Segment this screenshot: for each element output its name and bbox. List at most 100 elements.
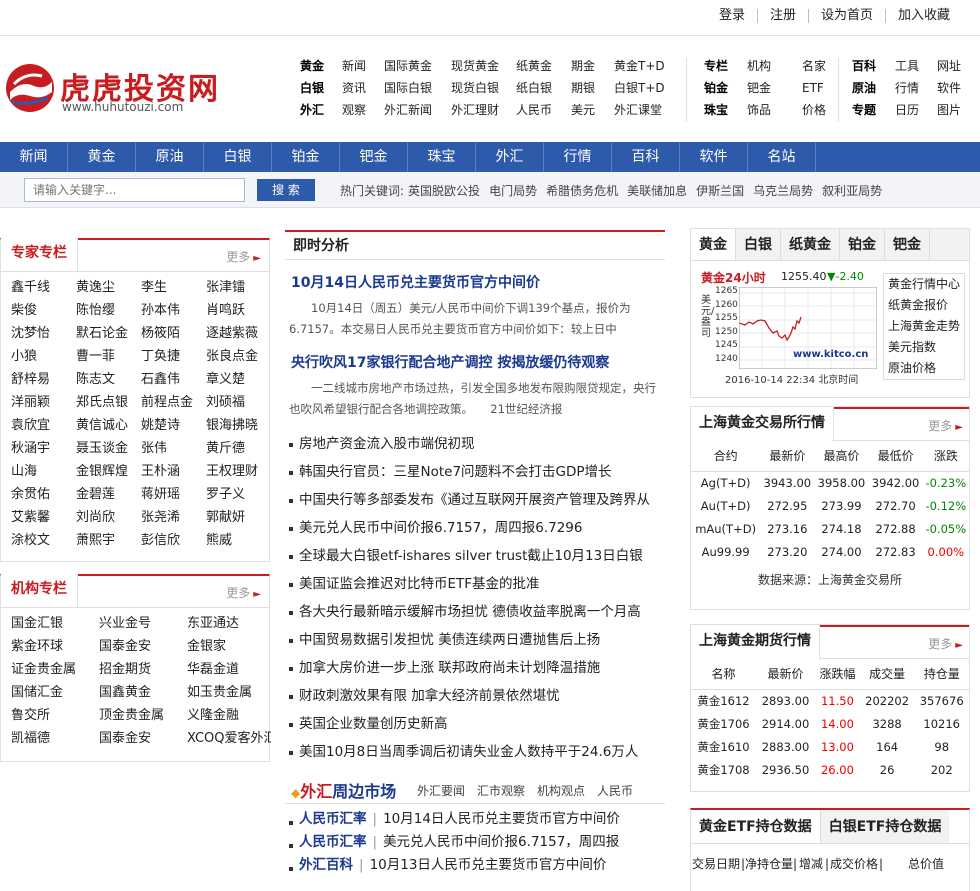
hnav-link[interactable]: 外汇新闻 bbox=[384, 99, 451, 121]
hnav-platinum[interactable]: 铂金 bbox=[704, 77, 747, 99]
fx-link[interactable]: 汇市观察 bbox=[477, 784, 525, 798]
expert-link[interactable]: 曹一菲 bbox=[76, 345, 141, 368]
hnav-silver[interactable]: 白银 bbox=[300, 77, 342, 99]
chart-link[interactable]: 上海黄金走势 bbox=[888, 316, 960, 337]
institution-link[interactable]: 国泰金安 bbox=[99, 635, 187, 658]
expert-link[interactable]: 黄逸尘 bbox=[76, 276, 141, 299]
list-item[interactable]: 加拿大房价进一步上涨 联邦政府尚未计划降温措施 bbox=[285, 654, 665, 682]
hnav-link[interactable]: 黄金T+D bbox=[614, 55, 674, 77]
tab-gold[interactable]: 黄金 bbox=[691, 229, 736, 260]
expert-link[interactable]: 郭献妍 bbox=[206, 506, 271, 529]
hnav-link[interactable]: 名家 bbox=[802, 55, 842, 77]
expert-link[interactable]: 肖鸣跃 bbox=[206, 299, 271, 322]
expert-link[interactable]: 柴俊 bbox=[11, 299, 76, 322]
nav-quotes[interactable]: 行情 bbox=[544, 142, 612, 172]
chart-link[interactable]: 黄金行情中心 bbox=[888, 274, 960, 295]
institution-link[interactable]: 兴业金号 bbox=[99, 612, 187, 635]
list-item[interactable]: 美国10月8日当周季调后初请失业金人数持平于24.6万人 bbox=[285, 738, 665, 766]
add-favorite-link[interactable]: 加入收藏 bbox=[884, 9, 962, 23]
expert-link[interactable]: 余贯佑 bbox=[11, 483, 76, 506]
nav-gold[interactable]: 黄金 bbox=[68, 142, 136, 172]
shfe-more-link[interactable]: 更多 ► bbox=[928, 635, 963, 652]
hot-keyword[interactable]: 希腊债务危机 bbox=[546, 184, 618, 198]
expert-link[interactable]: 秋涵宇 bbox=[11, 437, 76, 460]
expert-link[interactable]: 陈怡缨 bbox=[76, 299, 141, 322]
hnav-link[interactable]: 现货黄金 bbox=[451, 55, 516, 77]
tab-paper-gold[interactable]: 纸黄金 bbox=[781, 229, 840, 260]
hnav-link[interactable]: 现货白银 bbox=[451, 77, 516, 99]
expert-link[interactable]: 金银辉煌 bbox=[76, 460, 141, 483]
set-homepage-link[interactable]: 设为首页 bbox=[807, 9, 885, 23]
table-row[interactable]: Au(T+D) 272.95 273.99 272.70 -0.12% bbox=[691, 494, 969, 517]
expert-link[interactable]: 洋丽颖 bbox=[11, 391, 76, 414]
hnav-oil[interactable]: 原油 bbox=[852, 77, 895, 99]
expert-link[interactable]: 黄信诚心 bbox=[76, 414, 141, 437]
hnav-link[interactable]: 纸黄金 bbox=[516, 55, 571, 77]
fx-link[interactable]: 人民币 bbox=[597, 784, 633, 798]
hnav-link[interactable]: 外汇理财 bbox=[451, 99, 516, 121]
hnav-link[interactable]: 工具 bbox=[895, 55, 937, 77]
expert-link[interactable]: 艾紫馨 bbox=[11, 506, 76, 529]
login-link[interactable]: 登录 bbox=[707, 9, 757, 23]
list-item[interactable]: 房地产资金流入股市端倪初现 bbox=[285, 430, 665, 458]
expert-link[interactable]: 彭信欣 bbox=[141, 529, 206, 552]
expert-link[interactable]: 姚楚诗 bbox=[141, 414, 206, 437]
hnav-forex[interactable]: 外汇 bbox=[300, 99, 342, 121]
hnav-link[interactable]: 纸白银 bbox=[516, 77, 571, 99]
search-button[interactable]: 搜 索 bbox=[257, 179, 315, 201]
expert-link[interactable]: 章义楚 bbox=[206, 368, 271, 391]
article-title[interactable]: 央行吹风17家银行配合地产调控 按揭放缓仍待观察 bbox=[291, 352, 665, 372]
register-link[interactable]: 注册 bbox=[756, 9, 808, 23]
expert-link[interactable]: 张伟 bbox=[141, 437, 206, 460]
hnav-link[interactable]: 观察 bbox=[342, 99, 384, 121]
hnav-gold[interactable]: 黄金 bbox=[300, 55, 342, 77]
expert-link[interactable]: 山海 bbox=[11, 460, 76, 483]
nav-palladium[interactable]: 钯金 bbox=[340, 142, 408, 172]
tab-silver[interactable]: 白银 bbox=[736, 229, 781, 260]
hnav-link[interactable]: 外汇课堂 bbox=[614, 99, 674, 121]
article-title[interactable]: 10月14日人民币兑主要货币官方中间价 bbox=[291, 272, 665, 292]
expert-more-link[interactable]: 更多 ► bbox=[226, 248, 261, 265]
table-row[interactable]: 黄金1612 2893.00 11.50 202202 357676 bbox=[691, 689, 969, 712]
hnav-link[interactable]: 人民币 bbox=[516, 99, 571, 121]
table-row[interactable]: Au99.99 273.20 274.00 272.83 0.00% bbox=[691, 540, 969, 563]
expert-link[interactable]: 鑫千线 bbox=[11, 276, 76, 299]
hot-keyword[interactable]: 叙利亚局势 bbox=[822, 184, 882, 198]
fx-link[interactable]: 机构观点 bbox=[537, 784, 585, 798]
list-item[interactable]: 中国央行等多部委发布《通过互联网开展资产管理及跨界从 bbox=[285, 486, 665, 514]
nav-oil[interactable]: 原油 bbox=[136, 142, 204, 172]
expert-link[interactable]: 刘硕福 bbox=[206, 391, 271, 414]
tab-palladium[interactable]: 钯金 bbox=[885, 229, 930, 260]
hnav-link[interactable]: 资讯 bbox=[342, 77, 384, 99]
expert-link[interactable]: 杨筱陌 bbox=[141, 322, 206, 345]
list-item[interactable]: 韩国央行官员：三星Note7问题料不会打击GDP增长 bbox=[285, 458, 665, 486]
table-row[interactable]: 黄金1610 2883.00 13.00 164 98 bbox=[691, 735, 969, 758]
hnav-link[interactable]: 新闻 bbox=[342, 55, 384, 77]
expert-link[interactable]: 李生 bbox=[141, 276, 206, 299]
expert-link[interactable]: 逐越紫薇 bbox=[206, 322, 271, 345]
expert-link[interactable]: 罗子义 bbox=[206, 483, 271, 506]
expert-link[interactable]: 张尧浠 bbox=[141, 506, 206, 529]
expert-link[interactable]: 蒋妍瑶 bbox=[141, 483, 206, 506]
institution-link[interactable]: 国储汇金 bbox=[11, 681, 99, 704]
hnav-topic[interactable]: 专题 bbox=[852, 99, 895, 121]
institution-more-link[interactable]: 更多 ► bbox=[226, 584, 261, 601]
expert-link[interactable]: 银海拂晓 bbox=[206, 414, 271, 437]
institution-link[interactable]: 金银家 bbox=[187, 635, 271, 658]
list-item[interactable]: 人民币汇率 | 10月14日人民币兑主要货币官方中间价 bbox=[285, 808, 665, 831]
institution-link[interactable]: 鲁交所 bbox=[11, 704, 99, 727]
hnav-link[interactable]: 期银 bbox=[571, 77, 614, 99]
hnav-link[interactable]: 价格 bbox=[802, 99, 842, 121]
expert-link[interactable]: 王朴涵 bbox=[141, 460, 206, 483]
institution-link[interactable]: 证金贵金属 bbox=[11, 658, 99, 681]
table-row[interactable]: Ag(T+D) 3943.00 3958.00 3942.00 -0.23% bbox=[691, 471, 969, 494]
expert-link[interactable]: 黄斤德 bbox=[206, 437, 271, 460]
expert-link[interactable]: 张津镭 bbox=[206, 276, 271, 299]
expert-link[interactable]: 默石论金 bbox=[76, 322, 141, 345]
chart-link[interactable]: 纸黄金报价 bbox=[888, 295, 960, 316]
hnav-link[interactable]: 国际黄金 bbox=[384, 55, 451, 77]
list-item[interactable]: 美元兑人民币中间价报6.7157，周四报6.7296 bbox=[285, 514, 665, 542]
hnav-jewelry[interactable]: 珠宝 bbox=[704, 99, 747, 121]
expert-link[interactable]: 前程点金 bbox=[141, 391, 206, 414]
gold-24h-chart[interactable]: 黄金24小时 1255.40 ▼-2.40 美元/盎司 1265 1260 12… bbox=[697, 267, 881, 387]
